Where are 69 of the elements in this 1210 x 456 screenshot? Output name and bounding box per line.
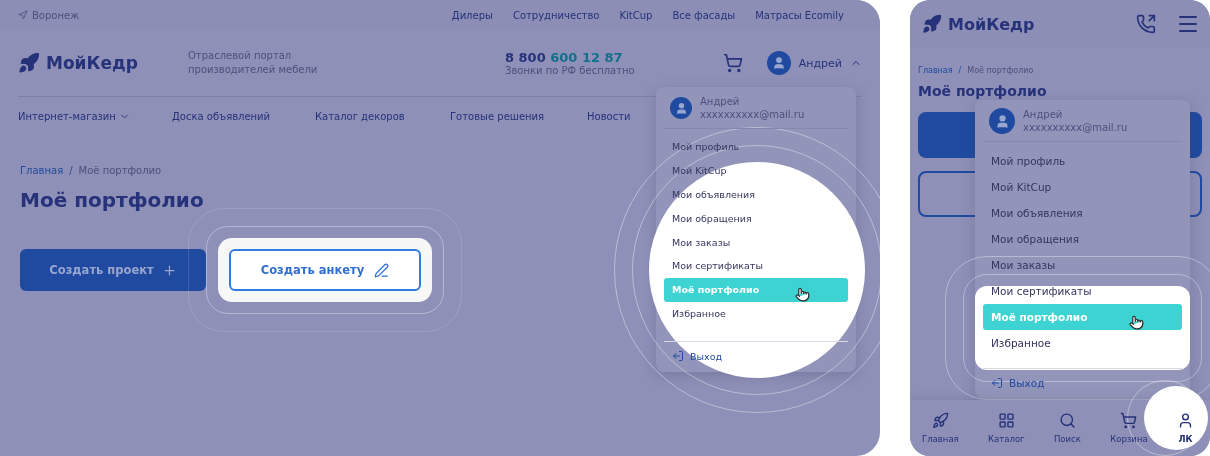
- breadcrumb[interactable]: Главная: [20, 165, 64, 176]
- top-link[interactable]: KitCup: [619, 9, 653, 21]
- menu-item[interactable]: Мой профиль: [664, 135, 848, 159]
- nav-link[interactable]: Каталог декоров: [315, 110, 405, 122]
- breadcrumb[interactable]: Моё портфолио: [967, 66, 1034, 75]
- nav-link[interactable]: Новости: [587, 110, 631, 122]
- user-icon: [1177, 412, 1194, 429]
- logout-icon: [672, 350, 684, 363]
- menu-item[interactable]: Мои объявления: [664, 182, 848, 207]
- menu-item[interactable]: Мой KitCup: [983, 174, 1182, 200]
- menu-item[interactable]: Избранное: [983, 330, 1182, 356]
- nav-link[interactable]: Интернет-магазин: [18, 110, 130, 122]
- tagline: Отраслевой портал производителей мебели: [188, 49, 319, 77]
- create-form-button[interactable]: Создать анкету: [229, 249, 421, 291]
- location-icon: [18, 10, 28, 20]
- page-title: Моё портфолио: [20, 188, 204, 212]
- avatar-icon: [670, 97, 692, 119]
- phone-number[interactable]: 8 800 600 12 87: [505, 50, 705, 65]
- logout-link[interactable]: Выход: [664, 341, 848, 363]
- breadcrumb-separator: /: [69, 165, 73, 176]
- menu-item[interactable]: Мои объявления: [983, 200, 1182, 226]
- cart-icon: [1120, 412, 1138, 429]
- logo-text: МойКедр: [46, 53, 138, 73]
- menu-item[interactable]: Мои заказы: [983, 252, 1182, 278]
- breadcrumb[interactable]: Главная: [918, 66, 953, 75]
- rocket-logo-icon: [922, 14, 942, 34]
- grid-icon: [997, 412, 1015, 429]
- top-link[interactable]: Все фасады: [672, 9, 736, 21]
- nav-link[interactable]: Готовые решения: [450, 110, 545, 122]
- bottom-nav-tab[interactable]: Корзина: [1110, 400, 1148, 456]
- menu-item[interactable]: Мои сертификаты: [983, 278, 1182, 304]
- top-link[interactable]: Матрасы Ecomily: [755, 9, 844, 21]
- bottom-nav-tab[interactable]: ЛК: [1177, 400, 1194, 456]
- menu-item[interactable]: Мои сертификаты: [664, 254, 848, 278]
- logout-icon: [991, 377, 1003, 389]
- bottom-nav-tab[interactable]: Главная: [922, 400, 959, 456]
- bottom-nav-tab[interactable]: Каталог: [988, 400, 1025, 456]
- avatar-icon: [989, 108, 1015, 134]
- menu-item[interactable]: Мои обращения: [983, 226, 1182, 252]
- phone-icon[interactable]: [1136, 14, 1156, 34]
- user-email: xxxxxxxxxx@mail.ru: [700, 108, 805, 121]
- hand-cursor-icon: [795, 287, 810, 303]
- bottom-nav-tab[interactable]: Поиск: [1053, 400, 1081, 456]
- rocket-logo-icon: [18, 52, 40, 74]
- menu-item[interactable]: Избранное: [664, 301, 848, 326]
- user-name: Андрей: [1023, 108, 1064, 121]
- top-link[interactable]: Дилеры: [451, 9, 493, 21]
- phone-note: Звонки по РФ бесплатно: [505, 65, 636, 76]
- top-link[interactable]: Сотрудничество: [512, 9, 600, 21]
- page-title: Моё портфолио: [918, 83, 1047, 99]
- city-link[interactable]: Воронеж: [18, 9, 80, 21]
- search-icon: [1058, 412, 1076, 429]
- user-button[interactable]: Андрей: [766, 51, 862, 75]
- avatar-icon: [766, 51, 791, 75]
- menu-item[interactable]: Мои заказы: [664, 230, 848, 254]
- user-name: Андрей: [700, 95, 741, 108]
- hand-cursor-icon: [1129, 314, 1144, 330]
- breadcrumb[interactable]: Моё портфолио: [78, 165, 162, 176]
- logo-text: МойКедр: [948, 14, 1035, 34]
- user-email: xxxxxxxxxx@mail.ru: [1023, 121, 1128, 134]
- breadcrumb-separator: /: [958, 66, 962, 75]
- create-project-button[interactable]: Создать проект: [20, 249, 206, 291]
- rocket-icon: [931, 412, 949, 429]
- menu-item[interactable]: Мой профиль: [983, 148, 1182, 174]
- plus-icon: [161, 262, 177, 278]
- menu-item[interactable]: Мои обращения: [664, 206, 848, 231]
- nav-link[interactable]: Доска объявлений: [172, 110, 271, 122]
- pen-icon: [374, 262, 390, 278]
- cart-icon[interactable]: [722, 53, 743, 73]
